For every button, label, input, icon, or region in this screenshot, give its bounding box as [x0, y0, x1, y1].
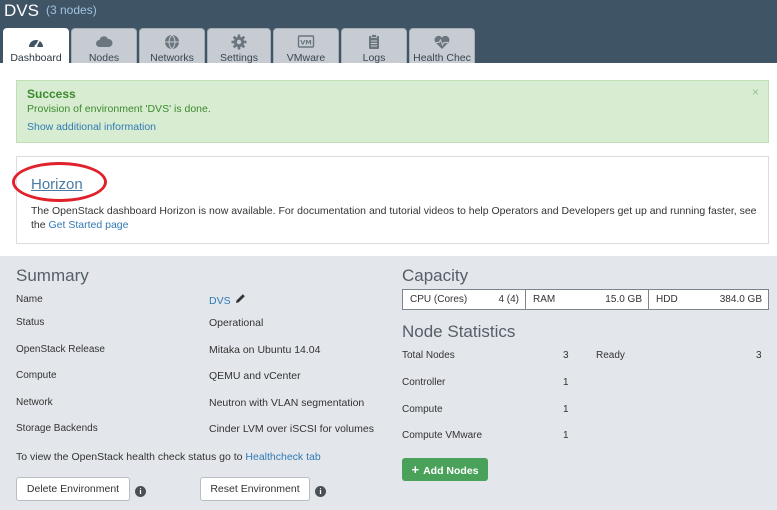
horizon-panel: Horizon The OpenStack dashboard Horizon … — [12, 156, 769, 244]
delete-environment-button[interactable]: Delete Environment — [16, 477, 130, 501]
node-stat-label: Compute VMware — [402, 430, 483, 441]
cloud-icon — [96, 36, 113, 47]
summary-label: Compute — [16, 370, 57, 381]
capacity-value: 15.0 GB — [605, 294, 642, 305]
info-icon[interactable]: i — [135, 486, 146, 497]
capacity-ram: RAM 15.0 GB — [526, 290, 649, 309]
summary-value: Neutron with VLAN segmentation — [209, 397, 365, 409]
dashboard-gauge-icon — [29, 39, 43, 48]
show-additional-info-link[interactable]: Show additional information — [27, 121, 156, 133]
info-icon[interactable]: i — [315, 486, 326, 497]
capacity-label: HDD — [656, 294, 678, 305]
globe-icon — [165, 34, 179, 50]
close-icon[interactable]: × — [752, 85, 759, 99]
node-stat-label: Total Nodes — [402, 350, 455, 361]
capacity-label: CPU (Cores) — [410, 294, 468, 305]
capacity-label: RAM — [533, 294, 556, 305]
ready-value: 3 — [756, 350, 762, 361]
healthcheck-note: To view the OpenStack health check statu… — [16, 451, 321, 463]
add-nodes-label: Add Nodes — [423, 465, 479, 477]
horizon-description: The OpenStack dashboard Horizon is now a… — [31, 204, 761, 232]
ready-label: Ready — [596, 350, 625, 361]
summary-label: OpenStack Release — [16, 344, 105, 355]
alert-message: Provision of environment 'DVS' is done. — [27, 103, 211, 115]
summary-value: Cinder LVM over iSCSI for volumes — [209, 423, 374, 435]
environment-title: DVS — [4, 1, 39, 20]
summary-label: Storage Backends — [16, 423, 98, 434]
capacity-table: CPU (Cores) 4 (4) RAM 15.0 GB HDD 384.0 … — [402, 289, 769, 310]
healthcheck-tab-link[interactable]: Healthcheck tab — [245, 451, 320, 463]
capacity-cpu: CPU (Cores) 4 (4) — [403, 290, 526, 309]
environment-node-count[interactable]: (3 nodes) — [46, 3, 97, 17]
reset-environment-button[interactable]: Reset Environment — [200, 477, 310, 501]
node-stat-value: 1 — [563, 430, 569, 441]
healthcheck-text: To view the OpenStack health check statu… — [16, 451, 246, 463]
success-alert: Success Provision of environment 'DVS' i… — [16, 80, 769, 143]
tab-networks[interactable]: Networks — [139, 28, 205, 64]
get-started-link[interactable]: Get Started page — [49, 219, 129, 231]
capacity-value: 4 (4) — [498, 294, 519, 305]
summary-label: Status — [16, 317, 45, 328]
node-stat-label: Compute — [402, 404, 443, 415]
tab-dashboard[interactable]: Dashboard — [3, 28, 69, 64]
summary-value: Mitaka on Ubuntu 14.04 — [209, 344, 321, 356]
horizon-description-text: The OpenStack dashboard Horizon is now a… — [31, 205, 757, 231]
node-stat-value: 1 — [563, 404, 569, 415]
node-stat-label: Controller — [402, 377, 446, 388]
summary-title: Summary — [16, 266, 89, 285]
add-nodes-button[interactable]: + Add Nodes — [402, 458, 488, 481]
gear-icon — [231, 34, 247, 50]
alert-title: Success — [27, 87, 76, 101]
tab-nodes[interactable]: Nodes — [71, 28, 137, 64]
tab-logs[interactable]: Logs — [341, 28, 407, 64]
capacity-value: 384.0 GB — [719, 294, 762, 305]
environment-name-value[interactable]: DVS — [209, 295, 231, 307]
node-stat-value: 3 — [563, 350, 569, 361]
pencil-icon[interactable] — [235, 293, 246, 304]
summary-label: Name — [16, 294, 43, 305]
heart-pulse-icon — [434, 35, 450, 49]
plus-icon: + — [411, 462, 420, 477]
summary-value: QEMU and vCenter — [209, 370, 301, 382]
tab-health-check[interactable]: Health Chec — [409, 28, 475, 64]
svg-text:VM: VM — [300, 39, 312, 47]
tab-settings[interactable]: Settings — [207, 28, 271, 64]
capacity-title: Capacity — [402, 266, 469, 285]
clipboard-icon — [369, 34, 379, 49]
environment-header: DVS (3 nodes) Dashboard Nodes Networks S… — [0, 0, 777, 64]
tab-vmware[interactable]: VM VMware — [273, 28, 339, 64]
capacity-hdd: HDD 384.0 GB — [649, 290, 768, 309]
dashboard-content: Success Provision of environment 'DVS' i… — [0, 63, 777, 256]
vmware-icon: VM — [297, 35, 315, 48]
summary-label: Network — [16, 397, 53, 408]
node-stat-value: 1 — [563, 377, 569, 388]
horizon-link[interactable]: Horizon — [31, 176, 83, 193]
node-statistics-title: Node Statistics — [402, 322, 516, 341]
summary-value: Operational — [209, 317, 264, 329]
